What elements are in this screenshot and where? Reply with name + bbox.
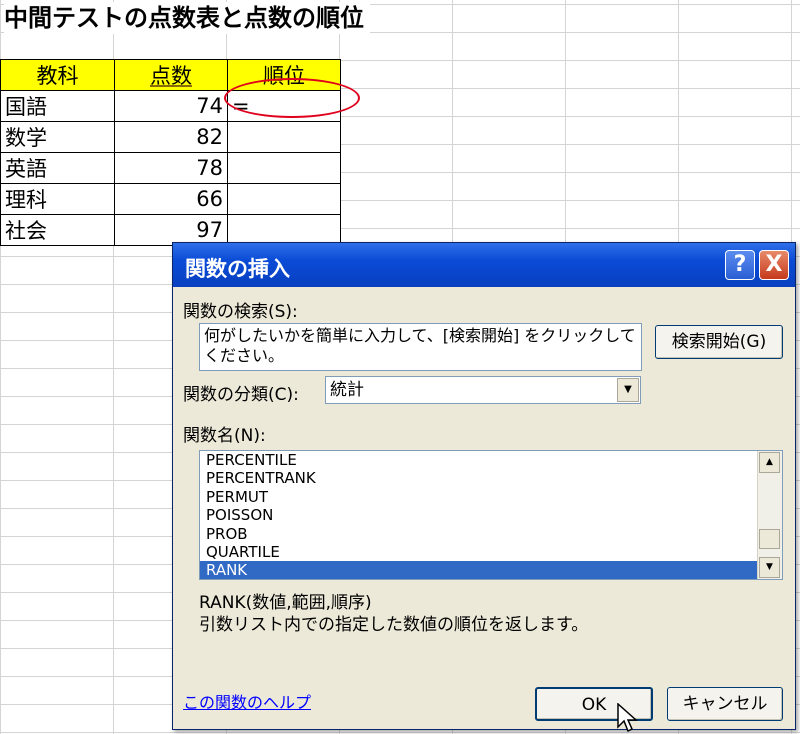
category-select[interactable]: 統計 ▼ [325, 376, 641, 404]
close-button[interactable]: X [759, 250, 789, 280]
category-label: 関数の分類(C): [183, 385, 299, 405]
cell-subject[interactable]: 英語 [0, 152, 115, 184]
list-item[interactable]: POISSON [200, 506, 758, 524]
cell-rank[interactable] [227, 152, 341, 184]
function-list[interactable]: PERCENTILE PERCENTRANK PERMUT POISSON PR… [199, 450, 783, 580]
list-item-selected[interactable]: RANK [200, 561, 758, 579]
header-score[interactable]: 点数 [114, 59, 228, 91]
cell-score[interactable]: 97 [114, 214, 228, 246]
dialog-title: 関数の挿入 [185, 257, 290, 281]
list-scrollbar[interactable]: ▲ ▼ [757, 451, 782, 579]
function-description: 引数リスト内での指定した数値の順位を返します。 [199, 615, 589, 635]
sheet-title: 中間テストの点数表と点数の順位 [4, 2, 370, 34]
table-row: 英語 78 [0, 152, 341, 184]
scroll-up-icon[interactable]: ▲ [759, 452, 780, 473]
search-start-button[interactable]: 検索開始(G) [655, 325, 783, 359]
table-row: 国語 74 = [0, 90, 341, 122]
header-rank[interactable]: 順位 [227, 59, 341, 91]
function-name-label: 関数名(N): [183, 426, 266, 446]
list-item[interactable]: PERMUT [200, 488, 758, 506]
score-table: 教科 点数 順位 国語 74 = 数学 82 英語 78 理科 66 社会 97 [0, 59, 341, 246]
list-item[interactable]: PERCENTRANK [200, 469, 758, 487]
insert-function-dialog: 関数の挿入 ? X 関数の検索(S): 何がしたいかを簡単に入力して、[検索開始… [172, 242, 796, 733]
cell-subject[interactable]: 国語 [0, 90, 115, 122]
cell-rank[interactable] [227, 183, 341, 215]
table-header-row: 教科 点数 順位 [0, 59, 341, 91]
cell-score[interactable]: 66 [114, 183, 228, 215]
cell-rank-active[interactable]: = [227, 90, 341, 122]
category-select-value: 統計 [330, 380, 364, 400]
table-row: 数学 82 [0, 121, 341, 153]
cell-score[interactable]: 82 [114, 121, 228, 153]
cell-score[interactable]: 74 [114, 90, 228, 122]
mouse-pointer-icon [617, 703, 638, 733]
chevron-down-icon[interactable]: ▼ [617, 378, 639, 402]
search-label: 関数の検索(S): [183, 302, 298, 322]
help-button[interactable]: ? [725, 250, 755, 280]
scroll-thumb[interactable] [759, 529, 780, 549]
cell-subject[interactable]: 社会 [0, 214, 115, 246]
scroll-down-icon[interactable]: ▼ [759, 557, 780, 578]
list-item[interactable]: QUARTILE [200, 543, 758, 561]
function-search-input[interactable]: 何がしたいかを簡単に入力して、[検索開始] をクリックしてください。 [199, 323, 642, 371]
header-subject[interactable]: 教科 [0, 59, 115, 91]
cancel-button[interactable]: キャンセル [667, 687, 783, 721]
cell-subject[interactable]: 数学 [0, 121, 115, 153]
table-row: 社会 97 [0, 214, 341, 246]
cell-subject[interactable]: 理科 [0, 183, 115, 215]
list-item[interactable]: PERCENTILE [200, 451, 758, 469]
cell-rank[interactable] [227, 214, 341, 246]
list-item[interactable]: PROB [200, 525, 758, 543]
cell-score[interactable]: 78 [114, 152, 228, 184]
function-help-link[interactable]: この関数のヘルプ [183, 689, 311, 713]
table-row: 理科 66 [0, 183, 341, 215]
dialog-titlebar[interactable]: 関数の挿入 ? X [173, 243, 795, 287]
cell-rank[interactable] [227, 121, 341, 153]
